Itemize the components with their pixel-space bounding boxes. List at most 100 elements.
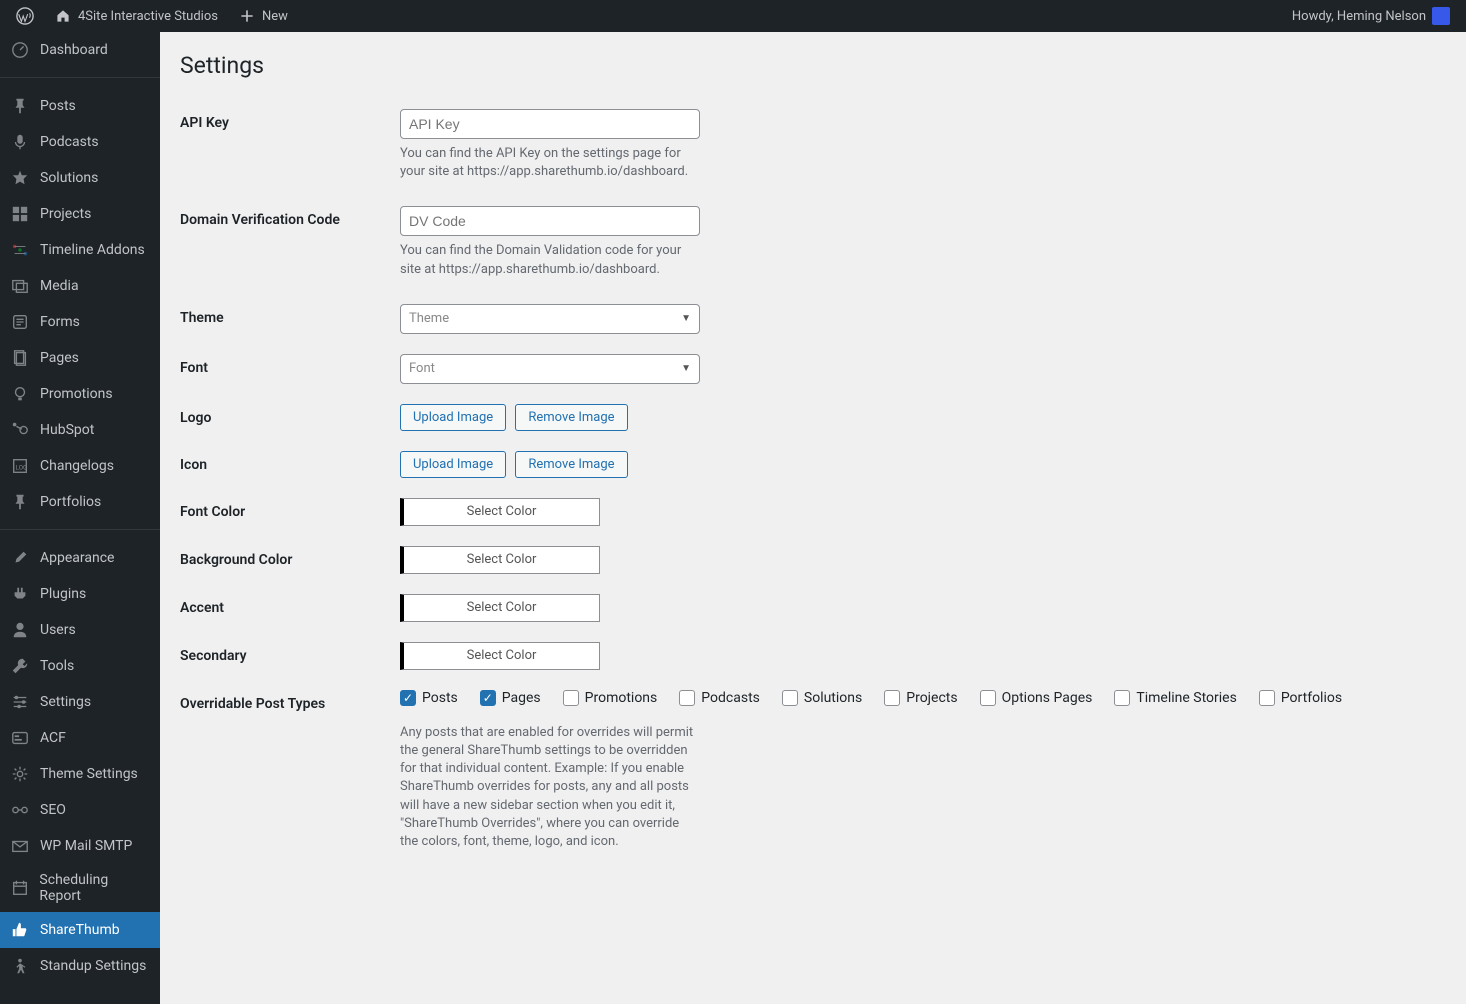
checkbox-label: Promotions bbox=[585, 690, 658, 706]
bg-color-picker[interactable]: Select Color bbox=[400, 546, 600, 574]
checkbox-promotions[interactable]: Promotions bbox=[563, 690, 658, 706]
user-greeting[interactable]: Howdy, Heming Nelson bbox=[1284, 0, 1458, 32]
sidebar-item-standup-settings[interactable]: Standup Settings bbox=[0, 948, 160, 984]
checkbox-pages[interactable]: Pages bbox=[480, 690, 541, 706]
icon-upload-button[interactable]: Upload Image bbox=[400, 451, 506, 478]
checkbox-label: Timeline Stories bbox=[1136, 690, 1236, 706]
checkbox-label: Portfolios bbox=[1281, 690, 1342, 706]
pin-icon bbox=[10, 492, 30, 512]
svg-text:LOG: LOG bbox=[16, 464, 28, 472]
api-key-desc: You can find the API Key on the settings… bbox=[400, 145, 700, 181]
accent-label: Accent bbox=[180, 594, 400, 616]
bg-color-label: Background Color bbox=[180, 546, 400, 568]
theme-select[interactable]: Theme ▼ bbox=[400, 304, 700, 334]
sidebar-item-label: WP Mail SMTP bbox=[40, 838, 132, 854]
sidebar-item-label: Settings bbox=[40, 694, 91, 710]
logo-label: Logo bbox=[180, 404, 400, 426]
wordpress-icon bbox=[16, 7, 34, 25]
wrench-icon bbox=[10, 656, 30, 676]
sidebar-item-appearance[interactable]: Appearance bbox=[0, 540, 160, 576]
sidebar-item-wp-mail-smtp[interactable]: WP Mail SMTP bbox=[0, 828, 160, 864]
checkbox-projects[interactable]: Projects bbox=[884, 690, 957, 706]
mic-icon bbox=[10, 132, 30, 152]
checkbox-icon bbox=[1259, 690, 1275, 706]
dashboard-icon bbox=[10, 40, 30, 60]
checkbox-icon bbox=[1114, 690, 1130, 706]
sidebar-item-users[interactable]: Users bbox=[0, 612, 160, 648]
sidebar-item-label: Portfolios bbox=[40, 494, 101, 510]
sidebar-item-changelogs[interactable]: LOG Changelogs bbox=[0, 448, 160, 484]
sidebar-item-media[interactable]: Media bbox=[0, 268, 160, 304]
checkbox-label: Podcasts bbox=[701, 690, 760, 706]
font-select[interactable]: Font▼ bbox=[400, 354, 700, 384]
gear-icon bbox=[10, 764, 30, 784]
sidebar-item-sharethumb[interactable]: ShareThumb bbox=[0, 912, 160, 948]
icon-label: Icon bbox=[180, 451, 400, 473]
pages-icon bbox=[10, 348, 30, 368]
brush-icon bbox=[10, 548, 30, 568]
page-content: Settings API Key You can find the API Ke… bbox=[160, 32, 1466, 1004]
sidebar-item-scheduling-report[interactable]: Scheduling Report bbox=[0, 864, 160, 912]
avatar bbox=[1432, 7, 1450, 25]
sidebar-item-label: Dashboard bbox=[40, 42, 108, 58]
sidebar-item-pages[interactable]: Pages bbox=[0, 340, 160, 376]
sidebar-item-podcasts[interactable]: Podcasts bbox=[0, 124, 160, 160]
sidebar-item-timeline-addons[interactable]: Timeline Addons bbox=[0, 232, 160, 268]
sidebar-item-label: Tools bbox=[40, 658, 74, 674]
pin-icon bbox=[10, 96, 30, 116]
checkbox-label: Options Pages bbox=[1002, 690, 1093, 706]
accent-color-picker[interactable]: Select Color bbox=[400, 594, 600, 622]
checkbox-timeline-stories[interactable]: Timeline Stories bbox=[1114, 690, 1236, 706]
sidebar-item-seo[interactable]: SEO bbox=[0, 792, 160, 828]
sidebar-item-posts[interactable]: Posts bbox=[0, 88, 160, 124]
logo-upload-button[interactable]: Upload Image bbox=[400, 404, 506, 431]
api-key-input[interactable] bbox=[400, 109, 700, 139]
sidebar-item-dashboard[interactable]: Dashboard bbox=[0, 32, 160, 68]
theme-placeholder: Theme bbox=[409, 311, 449, 326]
post-types-label: Overridable Post Types bbox=[180, 690, 400, 712]
dv-code-desc: You can find the Domain Validation code … bbox=[400, 242, 700, 278]
timeline-icon bbox=[10, 240, 30, 260]
sidebar-item-tools[interactable]: Tools bbox=[0, 648, 160, 684]
grid-icon bbox=[10, 204, 30, 224]
sidebar-item-label: Promotions bbox=[40, 386, 113, 402]
checkbox-icon bbox=[480, 690, 496, 706]
hubspot-icon bbox=[10, 420, 30, 440]
sidebar-item-projects[interactable]: Projects bbox=[0, 196, 160, 232]
chevron-down-icon: ▼ bbox=[681, 313, 691, 324]
checkbox-portfolios[interactable]: Portfolios bbox=[1259, 690, 1342, 706]
sidebar-item-promotions[interactable]: Promotions bbox=[0, 376, 160, 412]
sidebar-item-hubspot[interactable]: HubSpot bbox=[0, 412, 160, 448]
dv-code-input[interactable] bbox=[400, 206, 700, 236]
new-content[interactable]: New bbox=[230, 0, 296, 32]
sidebar-item-settings[interactable]: Settings bbox=[0, 684, 160, 720]
checkbox-label: Posts bbox=[422, 690, 458, 706]
sidebar-item-acf[interactable]: ACF bbox=[0, 720, 160, 756]
sidebar-item-label: Scheduling Report bbox=[39, 872, 150, 904]
checkbox-posts[interactable]: Posts bbox=[400, 690, 458, 706]
checkbox-solutions[interactable]: Solutions bbox=[782, 690, 862, 706]
font-color-label: Font Color bbox=[180, 498, 400, 520]
forms-icon bbox=[10, 312, 30, 332]
checkbox-options-pages[interactable]: Options Pages bbox=[980, 690, 1093, 706]
sidebar-item-forms[interactable]: Forms bbox=[0, 304, 160, 340]
wp-logo[interactable] bbox=[8, 0, 42, 32]
font-color-picker[interactable]: Select Color bbox=[400, 498, 600, 526]
checkbox-icon bbox=[884, 690, 900, 706]
checkbox-podcasts[interactable]: Podcasts bbox=[679, 690, 760, 706]
secondary-color-picker[interactable]: Select Color bbox=[400, 642, 600, 670]
sidebar-item-label: Plugins bbox=[40, 586, 86, 602]
user-icon bbox=[10, 620, 30, 640]
sidebar-item-solutions[interactable]: Solutions bbox=[0, 160, 160, 196]
sidebar-item-label: Changelogs bbox=[40, 458, 114, 474]
sidebar-item-theme-settings[interactable]: Theme Settings bbox=[0, 756, 160, 792]
sidebar-item-portfolios[interactable]: Portfolios bbox=[0, 484, 160, 520]
chevron-down-icon: ▼ bbox=[681, 363, 691, 374]
icon-remove-button[interactable]: Remove Image bbox=[515, 451, 627, 478]
sidebar-item-plugins[interactable]: Plugins bbox=[0, 576, 160, 612]
plugin-icon bbox=[10, 584, 30, 604]
logo-remove-button[interactable]: Remove Image bbox=[515, 404, 627, 431]
site-link[interactable]: 4Site Interactive Studios bbox=[46, 0, 226, 32]
seo-icon bbox=[10, 800, 30, 820]
sidebar-item-label: Users bbox=[40, 622, 76, 638]
